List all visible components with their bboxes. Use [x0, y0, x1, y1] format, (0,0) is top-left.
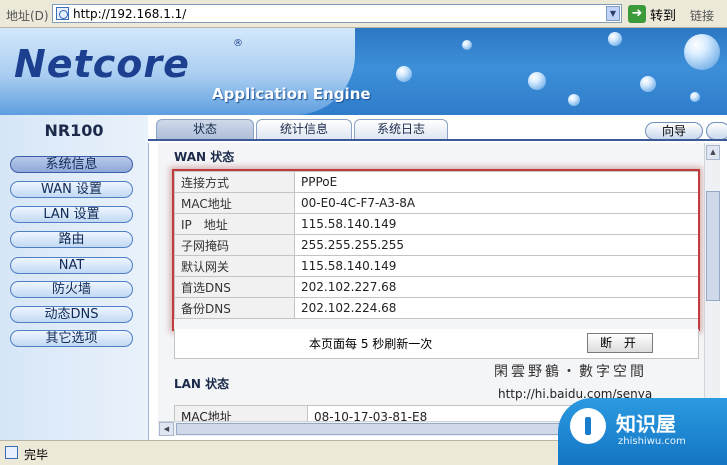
page-icon [56, 7, 69, 20]
row-value: 115.58.140.149 [294, 255, 699, 277]
registered-mark-icon: ® [233, 38, 243, 49]
row-key: IP 地址 [174, 213, 295, 235]
vertical-scrollbar[interactable]: ▲ ▼ [704, 143, 720, 436]
arrow-right-icon: ➜ [628, 5, 646, 23]
row-key: 首选DNS [174, 276, 295, 298]
tab-divider [148, 139, 727, 141]
url-input[interactable]: http://192.168.1.1/ ▼ [52, 4, 622, 23]
go-button[interactable]: ➜ 转到 [628, 4, 676, 24]
wan-status-title: WAN 状态 [174, 150, 235, 164]
netcore-logo: Netcore [14, 42, 190, 86]
scroll-left-icon[interactable]: ◀ [159, 422, 174, 436]
table-row: 备份DNS 202.102.224.68 [174, 297, 699, 319]
refresh-row: 本页面每 5 秒刷新一次 断 开 [174, 329, 699, 359]
sidebar-item-other-options[interactable]: 其它选项 [10, 330, 133, 347]
row-value: 115.58.140.149 [294, 213, 699, 235]
status-text: 完毕 [24, 448, 49, 462]
address-bar: 地址(D) http://192.168.1.1/ ▼ ➜ 转到 链接 [0, 0, 727, 28]
refresh-text: 本页面每 5 秒刷新一次 [309, 337, 433, 351]
chevron-down-icon[interactable]: ▼ [606, 6, 620, 21]
row-value: 00-E0-4C-F7-A3-8A [294, 192, 699, 214]
lightbulb-icon [570, 408, 606, 444]
sidebar-item-nat[interactable]: NAT [10, 257, 133, 274]
table-row: 连接方式 PPPoE [174, 171, 699, 193]
row-value: 202.102.224.68 [294, 297, 699, 319]
disconnect-button[interactable]: 断 开 [587, 333, 653, 353]
tab-system-log[interactable]: 系统日志 [354, 119, 448, 139]
scroll-up-icon[interactable]: ▲ [706, 145, 720, 160]
tab-status[interactable]: 状态 [156, 119, 254, 139]
tagline: Application Engine [212, 85, 371, 103]
model-name: NR100 [44, 121, 104, 140]
sidebar-item-ddns[interactable]: 动态DNS [10, 306, 133, 323]
corner-badge: 知识屋 zhishiwu.com [558, 398, 727, 465]
bubble-icon [462, 40, 472, 50]
row-value: PPPoE [294, 171, 699, 193]
tab-bar: 状态 统计信息 系统日志 向导 [148, 115, 727, 143]
bubble-icon [608, 32, 622, 46]
bubble-icon [684, 34, 720, 70]
links-button[interactable]: 链接 [690, 7, 714, 24]
watermark-title: 閑雲野鶴・數字空間 [494, 364, 647, 380]
tab-statistics[interactable]: 统计信息 [256, 119, 352, 139]
go-label: 转到 [650, 8, 677, 24]
table-row: MAC地址 00-E0-4C-F7-A3-8A [174, 192, 699, 214]
sidebar-item-system-info[interactable]: 系统信息 [10, 156, 133, 173]
address-label: 地址(D) [6, 9, 49, 23]
table-row: 首选DNS 202.102.227.68 [174, 276, 699, 298]
table-row: 子网掩码 255.255.255.255 [174, 234, 699, 256]
bubble-icon [640, 76, 656, 92]
table-row: IP 地址 115.58.140.149 [174, 213, 699, 235]
banner: Netcore ® Application Engine [0, 28, 727, 115]
table-row: 默认网关 115.58.140.149 [174, 255, 699, 277]
sidebar-item-lan-settings[interactable]: LAN 设置 [10, 206, 133, 223]
sidebar-item-routing[interactable]: 路由 [10, 231, 133, 248]
lan-status-title: LAN 状态 [174, 377, 230, 391]
scroll-thumb[interactable] [706, 191, 720, 301]
bubble-icon [690, 92, 700, 102]
row-value: 255.255.255.255 [294, 234, 699, 256]
url-text: http://192.168.1.1/ [73, 7, 187, 21]
page-icon [5, 446, 18, 459]
row-key: 备份DNS [174, 297, 295, 319]
guide-button[interactable]: 向导 [645, 122, 703, 140]
row-value: 202.102.227.68 [294, 276, 699, 298]
bubble-icon [568, 94, 580, 106]
badge-title: 知识屋 [616, 412, 676, 436]
row-key: 默认网关 [174, 255, 295, 277]
secondary-nav-button[interactable] [706, 122, 727, 140]
scroll-thumb[interactable] [176, 423, 616, 435]
sidebar-item-wan-settings[interactable]: WAN 设置 [10, 181, 133, 198]
content-panel: WAN 状态 连接方式 PPPoE MAC地址 00-E0-4C-F7-A3-8… [158, 143, 713, 436]
bubble-icon [396, 66, 412, 82]
badge-subtitle: zhishiwu.com [618, 436, 686, 447]
bubble-icon [528, 72, 546, 90]
row-key: 子网掩码 [174, 234, 295, 256]
sidebar: NR100 系统信息 WAN 设置 LAN 设置 路由 NAT 防火墙 动态DN… [0, 115, 149, 440]
wan-status-table: 连接方式 PPPoE MAC地址 00-E0-4C-F7-A3-8A IP 地址… [174, 171, 699, 319]
row-key: MAC地址 [174, 192, 295, 214]
sidebar-item-firewall[interactable]: 防火墙 [10, 281, 133, 298]
row-key: 连接方式 [174, 171, 295, 193]
